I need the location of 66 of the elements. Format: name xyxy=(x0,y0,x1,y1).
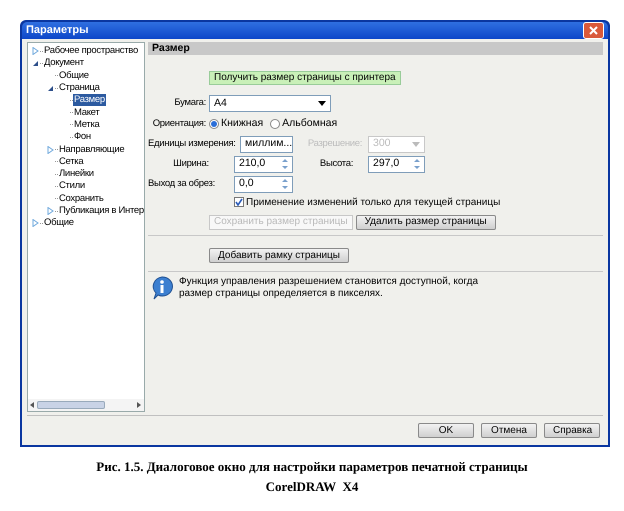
figure-caption: Рис. 1.5. Диалоговое окно для настройки параметров печатной страницы xyxy=(96,458,528,476)
tree-item[interactable]: Рабочее пространство xyxy=(43,45,139,58)
field-value: 300 xyxy=(373,136,392,152)
dropdown-field[interactable]: A4 xyxy=(209,95,331,112)
radio-button[interactable] xyxy=(270,118,280,129)
collapsed-triangle-icon[interactable] xyxy=(46,207,54,215)
field-value: A4 xyxy=(214,96,228,111)
checkbox[interactable] xyxy=(234,197,244,208)
close-icon xyxy=(589,26,598,35)
dropdown-field[interactable]: миллим... xyxy=(240,136,293,153)
field-label: Бумага: xyxy=(173,96,206,110)
spinner-arrows-icon[interactable] xyxy=(280,177,290,192)
spinner-arrows-icon[interactable] xyxy=(412,157,422,172)
field-label: Единицы измерения: xyxy=(148,137,234,152)
tree-item[interactable]: Фон xyxy=(73,131,92,144)
collapsed-triangle-icon[interactable] xyxy=(32,219,38,228)
expanded-triangle-icon[interactable] xyxy=(46,84,54,92)
tree-item[interactable]: Общие xyxy=(43,217,75,230)
spinner-arrows-icon[interactable] xyxy=(280,157,290,172)
field-value: 297,0 xyxy=(373,156,400,172)
collapsed-triangle-icon[interactable] xyxy=(32,47,38,56)
field-label: Ориентация: xyxy=(152,116,206,131)
dropdown-arrow-icon[interactable] xyxy=(318,101,326,106)
field-value: 210,0 xyxy=(239,156,266,172)
tree-item[interactable]: Сохранить xyxy=(58,192,105,205)
field-label: Ширина: xyxy=(172,157,210,172)
number-field[interactable]: 210,0 xyxy=(234,156,293,173)
info-icon xyxy=(151,276,173,300)
number-field[interactable]: 0,0 xyxy=(234,176,293,193)
tree-item[interactable]: Размер xyxy=(73,94,106,106)
printer-size-button[interactable]: Получить размер страницы с принтера xyxy=(209,71,401,85)
dialog-button[interactable]: Отмена xyxy=(481,423,537,438)
tree-item[interactable]: Сетка xyxy=(58,156,84,168)
field-value: миллим... xyxy=(245,136,292,152)
tree-item[interactable]: Направляющие xyxy=(58,144,126,156)
field-value: 0,0 xyxy=(239,176,255,192)
radio-label: Книжная xyxy=(221,116,264,131)
close-button[interactable] xyxy=(583,22,604,39)
field-label: Выход за обрез: xyxy=(148,177,216,192)
checkbox-label: Применение изменений только для текущей страницы xyxy=(246,196,500,210)
right-arrow-icon[interactable] xyxy=(137,402,142,408)
tree-item[interactable]: Публикация в Интер xyxy=(58,205,144,217)
section-header: Размер xyxy=(148,42,603,55)
add-frame-button[interactable]: Добавить рамку страницы xyxy=(209,248,349,264)
dialog-button[interactable]: OK xyxy=(418,423,474,438)
tree-item[interactable]: Стили xyxy=(58,180,86,192)
delete-size-button[interactable]: Удалить размер страницы xyxy=(356,214,496,230)
window-title: Параметры xyxy=(26,23,88,38)
tree-item[interactable]: Общие xyxy=(58,70,90,82)
dialog-button[interactable]: Справка xyxy=(544,423,600,438)
tree-item[interactable]: Страница xyxy=(58,82,101,94)
tree-item[interactable]: Метка xyxy=(73,118,100,131)
figure-caption: CorelDRAW X4 xyxy=(266,478,358,496)
tree-item[interactable]: Макет xyxy=(73,106,100,119)
expanded-triangle-icon[interactable] xyxy=(32,60,38,67)
tree-item[interactable]: Линейки xyxy=(58,168,95,180)
horizontal-scrollbar[interactable] xyxy=(28,399,144,411)
tree-item[interactable]: Документ xyxy=(43,57,85,70)
radio-button[interactable] xyxy=(209,118,219,129)
scroll-thumb[interactable] xyxy=(37,401,105,409)
field-label: Высота: xyxy=(318,157,354,172)
left-arrow-icon[interactable] xyxy=(30,402,35,408)
radio-label: Альбомная xyxy=(282,116,338,131)
collapsed-triangle-icon[interactable] xyxy=(46,146,54,154)
info-text: Функция управления разрешением становится доступной, когда размер страницы определяется в пикселях. xyxy=(179,276,479,300)
number-field[interactable]: 297,0 xyxy=(368,156,425,173)
